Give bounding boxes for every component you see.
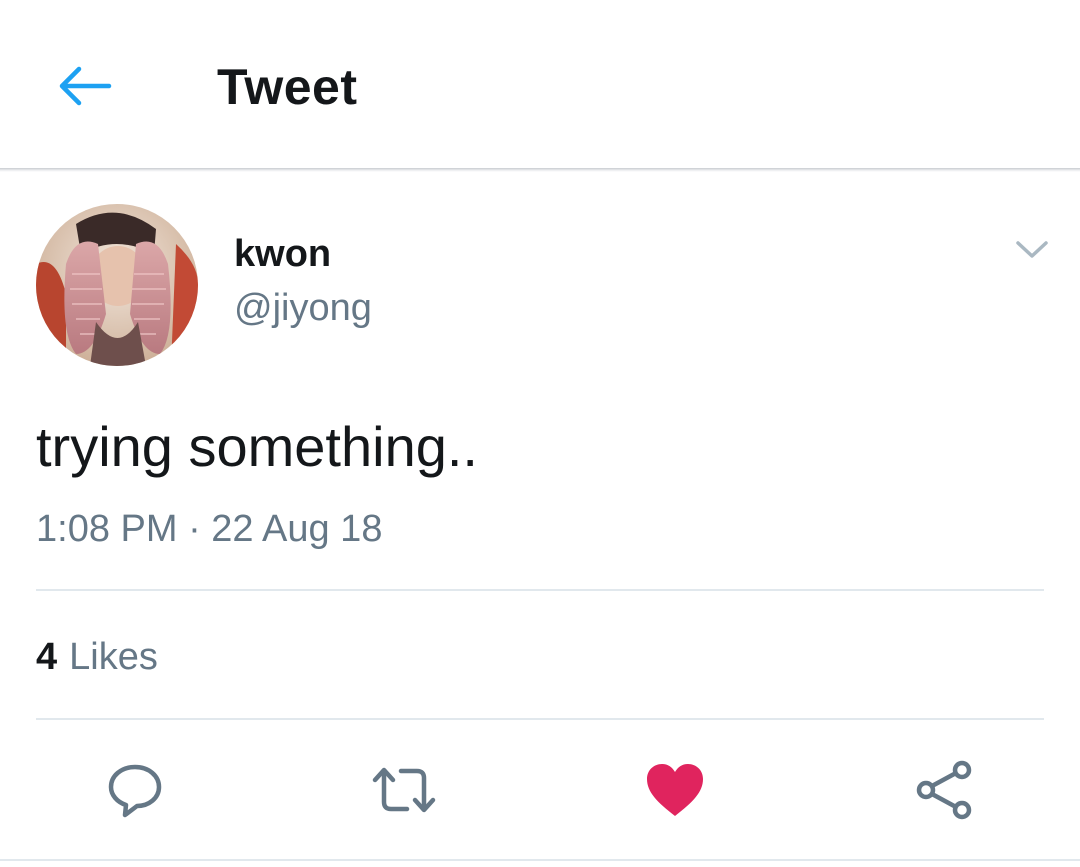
divider: [36, 589, 1044, 591]
retweet-icon: [372, 767, 436, 813]
divider: [0, 859, 1080, 861]
tweet-text: trying something..: [36, 415, 478, 478]
tweet-detail-screen: Tweet kwon @jiyong trying something.. 1:…: [0, 0, 1080, 867]
back-button[interactable]: [50, 56, 120, 116]
share-icon: [916, 760, 972, 820]
arrow-left-icon: [59, 66, 112, 106]
header-divider: [0, 168, 1080, 172]
chevron-down-icon: [1016, 241, 1048, 258]
reply-icon: [108, 764, 162, 818]
page-title: Tweet: [217, 59, 358, 115]
share-button[interactable]: [906, 752, 982, 828]
tweet-timestamp: 1:08 PM · 22 Aug 18: [36, 508, 383, 550]
more-options-button[interactable]: [1010, 230, 1054, 270]
app-header: Tweet: [0, 0, 1080, 168]
like-button[interactable]: [637, 752, 713, 828]
retweet-button[interactable]: [366, 752, 442, 828]
reply-button[interactable]: [97, 752, 173, 828]
profile-photo: [36, 204, 198, 366]
author-handle[interactable]: @jiyong: [234, 286, 372, 330]
author-name[interactable]: kwon: [234, 232, 331, 276]
divider: [36, 718, 1044, 720]
likes-count: 4: [36, 636, 58, 678]
likes-label: Likes: [69, 636, 158, 678]
avatar[interactable]: [36, 204, 198, 366]
heart-icon: [647, 764, 703, 816]
likes-stat[interactable]: 4 Likes: [36, 634, 158, 680]
